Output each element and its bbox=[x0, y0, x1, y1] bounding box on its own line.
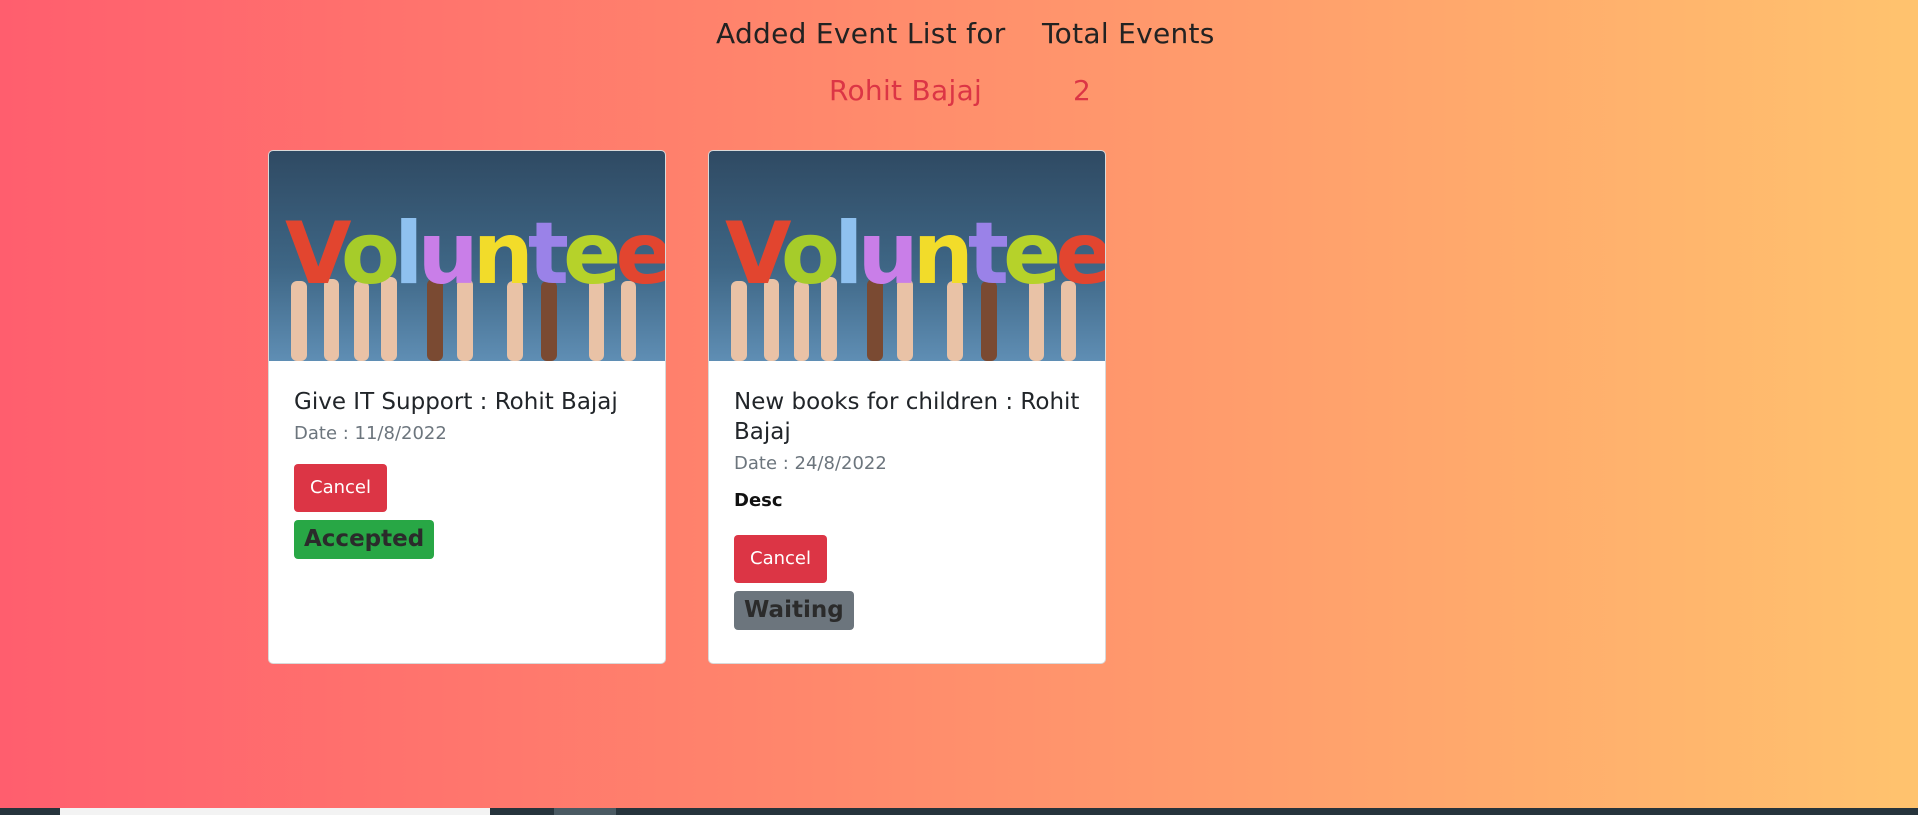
volunteer-hands-illustration: Volunteer bbox=[285, 204, 665, 361]
event-date: Date : 24/8/2022 bbox=[734, 453, 887, 474]
event-title: Give IT Support : Rohit Bajaj bbox=[294, 389, 618, 415]
taskbar-app-button[interactable] bbox=[554, 808, 616, 815]
cancel-button[interactable]: Cancel bbox=[734, 535, 827, 583]
volunteer-image: Volunteer bbox=[269, 151, 665, 361]
volunteer-image: Volunteer bbox=[709, 151, 1105, 361]
event-card: Volunteer New books for children : Rohit… bbox=[708, 150, 1106, 664]
event-title: New books for children : Rohit Bajaj bbox=[734, 389, 1080, 445]
volunteer-word: Volunteer bbox=[285, 204, 665, 304]
event-description: Desc bbox=[734, 490, 783, 511]
total-events-count: 2 bbox=[1073, 74, 1092, 107]
total-events-label: Total Events bbox=[1042, 17, 1215, 50]
cancel-button[interactable]: Cancel bbox=[294, 464, 387, 512]
event-date: Date : 11/8/2022 bbox=[294, 423, 447, 444]
status-badge: Waiting bbox=[734, 591, 854, 630]
user-name: Rohit Bajaj bbox=[829, 74, 983, 107]
volunteer-word: Volunteer bbox=[725, 204, 1105, 304]
volunteer-hands-illustration: Volunteer bbox=[725, 204, 1105, 361]
taskbar bbox=[0, 808, 1918, 815]
taskbar-search-box[interactable] bbox=[60, 808, 490, 815]
page-title: Added Event List for bbox=[716, 17, 1006, 50]
status-badge: Accepted bbox=[294, 520, 435, 559]
event-card: Volunteer Give IT Support : Rohit Bajaj … bbox=[268, 150, 666, 664]
page-header: Added Event List for Total Events Rohit … bbox=[0, 0, 1918, 150]
